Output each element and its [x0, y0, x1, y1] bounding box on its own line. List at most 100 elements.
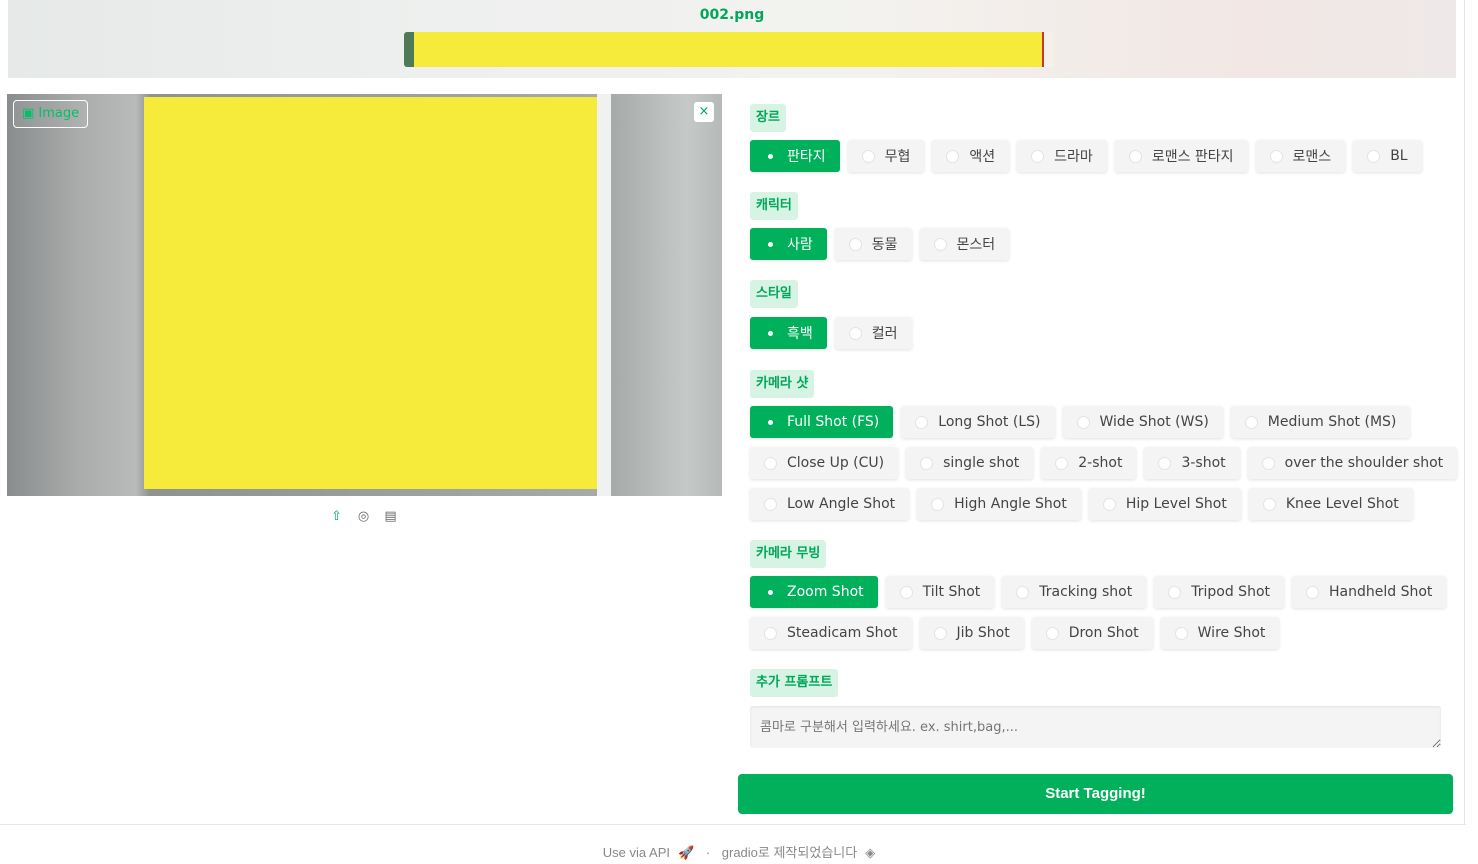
radio-label: Steadicam Shot — [787, 625, 898, 641]
camera-moving-option-tracking-shot[interactable]: Tracking shot — [1002, 576, 1147, 608]
genre-option-액션[interactable]: 액션 — [932, 140, 1010, 172]
radio-dot-icon — [848, 326, 862, 340]
radio-label: BL — [1390, 148, 1408, 164]
camera-moving-option-wire-shot[interactable]: Wire Shot — [1160, 617, 1280, 649]
genre-option-로맨스-판타지[interactable]: 로맨스 판타지 — [1114, 140, 1248, 172]
radio-dot-icon — [764, 626, 777, 640]
radio-dot-icon — [1261, 456, 1275, 470]
radio-dot-icon — [1045, 626, 1059, 640]
radio-label: 2-shot — [1078, 455, 1123, 471]
radio-dot-icon — [764, 497, 777, 511]
genre-option-판타지[interactable]: 판타지 — [750, 140, 840, 172]
style-option-컬러[interactable]: 컬러 — [834, 317, 912, 349]
image-redacted — [144, 97, 597, 489]
style-label: 스타일 — [750, 280, 798, 308]
thumbnail-end — [1042, 32, 1054, 67]
camera-shot-option-2-shot[interactable]: 2-shot — [1041, 447, 1137, 479]
radio-label: 사람 — [787, 237, 813, 253]
camera-moving-option-zoom-shot[interactable]: Zoom Shot — [750, 576, 878, 608]
radio-dot-icon — [1128, 149, 1142, 163]
radio-label: 로맨스 판타지 — [1151, 149, 1234, 165]
camera-shot-option-low-angle-shot[interactable]: Low Angle Shot — [750, 488, 910, 520]
radio-label: Close Up (CU) — [787, 455, 885, 471]
radio-label: Tripod Shot — [1191, 584, 1270, 600]
genre-option-드라마[interactable]: 드라마 — [1017, 140, 1107, 172]
radio-label: Jib Shot — [956, 625, 1010, 641]
camera-shot-option-hip-level-shot[interactable]: Hip Level Shot — [1088, 488, 1241, 520]
radio-label: Tracking shot — [1039, 584, 1133, 600]
radio-dot-icon — [1076, 415, 1090, 429]
camera-moving-option-tilt-shot[interactable]: Tilt Shot — [885, 576, 995, 608]
extra-prompt-label: 추가 프롬프트 — [750, 669, 839, 697]
webcam-icon[interactable]: ◎ — [356, 508, 371, 525]
camera-shot-radio-group-row-3: Low Angle Shot High Angle Shot Hip Level S… — [750, 488, 1413, 520]
image-toolbar: ⇧ ◎ ▤ — [329, 508, 398, 525]
character-radio-group: 사람 동물 몬스터 — [750, 228, 1010, 260]
radio-label: single shot — [943, 455, 1020, 471]
camera-moving-option-handheld-shot[interactable]: Handheld Shot — [1292, 576, 1447, 608]
camera-shot-label: 카메라 샷 — [750, 370, 815, 398]
radio-label: Wide Shot (WS) — [1099, 414, 1209, 430]
radio-label: 흑백 — [787, 326, 813, 342]
start-tagging-button[interactable]: Start Tagging! — [738, 774, 1453, 814]
camera-shot-option-full-shot-fs[interactable]: Full Shot (FS) — [750, 406, 894, 438]
upload-icon[interactable]: ⇧ — [329, 508, 344, 525]
camera-moving-label: 카메라 무빙 — [750, 540, 827, 568]
radio-dot-icon — [915, 415, 929, 429]
genre-option-무협[interactable]: 무협 — [847, 140, 925, 172]
radio-dot-icon — [1168, 585, 1182, 599]
camera-moving-option-tripod-shot[interactable]: Tripod Shot — [1154, 576, 1284, 608]
radio-dot-icon — [764, 416, 777, 429]
radio-dot-icon — [1158, 456, 1172, 470]
character-option-몬스터[interactable]: 몬스터 — [919, 228, 1010, 260]
camera-moving-option-jib-shot[interactable]: Jib Shot — [919, 617, 1024, 649]
genre-option-로맨스[interactable]: 로맨스 — [1255, 140, 1346, 172]
camera-moving-option-dron-shot[interactable]: Dron Shot — [1031, 617, 1153, 649]
radio-dot-icon — [1016, 585, 1030, 599]
radio-dot-icon — [764, 456, 777, 470]
radio-dot-icon — [1262, 497, 1276, 511]
camera-shot-option-long-shot-ls[interactable]: Long Shot (LS) — [901, 406, 1055, 438]
radio-dot-icon — [1306, 585, 1319, 599]
radio-dot-icon — [764, 327, 777, 340]
radio-label: 액션 — [969, 149, 996, 165]
camera-shot-option-knee-level-shot[interactable]: Knee Level Shot — [1248, 488, 1413, 520]
image-icon: ▣ — [22, 106, 39, 121]
image-preview: ▣ Image × — [7, 94, 722, 496]
camera-shot-option-3-shot[interactable]: 3-shot — [1144, 447, 1240, 479]
camera-shot-option-wide-shot-ws[interactable]: Wide Shot (WS) — [1062, 406, 1223, 438]
radio-dot-icon — [899, 585, 913, 599]
camera-moving-option-steadicam-shot[interactable]: Steadicam Shot — [750, 617, 912, 649]
camera-shot-option-close-up-cu[interactable]: Close Up (CU) — [750, 447, 899, 479]
radio-label: High Angle Shot — [954, 496, 1067, 512]
genre-label: 장르 — [750, 104, 786, 132]
close-icon[interactable]: × — [694, 102, 714, 122]
genre-option-bl[interactable]: BL — [1353, 140, 1422, 172]
page-scrollbar[interactable] — [1464, 0, 1465, 824]
radio-dot-icon — [861, 149, 875, 163]
camera-shot-option-high-angle-shot[interactable]: High Angle Shot — [917, 488, 1081, 520]
radio-dot-icon — [1174, 626, 1188, 640]
camera-moving-radio-group-row-2: Steadicam Shot Jib Shot Dron Shot Wire Shot — [750, 617, 1280, 649]
character-option-사람[interactable]: 사람 — [750, 228, 827, 260]
style-radio-group: 흑백 컬러 — [750, 317, 912, 349]
radio-label: 판타지 — [787, 149, 826, 165]
character-option-동물[interactable]: 동물 — [834, 228, 912, 260]
use-via-api-link[interactable]: Use via API — [603, 845, 670, 860]
camera-shot-option-single-shot[interactable]: single shot — [906, 447, 1034, 479]
radio-label: Medium Shot (MS) — [1267, 414, 1397, 430]
built-with-gradio-link[interactable]: gradio로 제작되었습니다 — [722, 845, 857, 860]
radio-label: 로맨스 — [1292, 149, 1332, 165]
camera-moving-radio-group-row-1: Zoom Shot Tilt Shot Tracking shot Tripod Sh… — [750, 576, 1447, 608]
extra-prompt-input[interactable] — [750, 706, 1441, 748]
radio-dot-icon — [946, 149, 960, 163]
radio-dot-icon — [764, 586, 777, 599]
camera-shot-option-medium-shot-ms[interactable]: Medium Shot (MS) — [1230, 406, 1411, 438]
camera-shot-option-over-the-shoulder-shot[interactable]: over the shoulder shot — [1247, 447, 1458, 479]
radio-label: 몬스터 — [956, 237, 996, 253]
thumbnail-strip[interactable] — [404, 32, 1054, 67]
style-option-흑백[interactable]: 흑백 — [750, 317, 827, 349]
radio-label: 컬러 — [871, 326, 898, 342]
clipboard-icon[interactable]: ▤ — [383, 508, 398, 525]
character-label: 캐릭터 — [750, 192, 798, 220]
